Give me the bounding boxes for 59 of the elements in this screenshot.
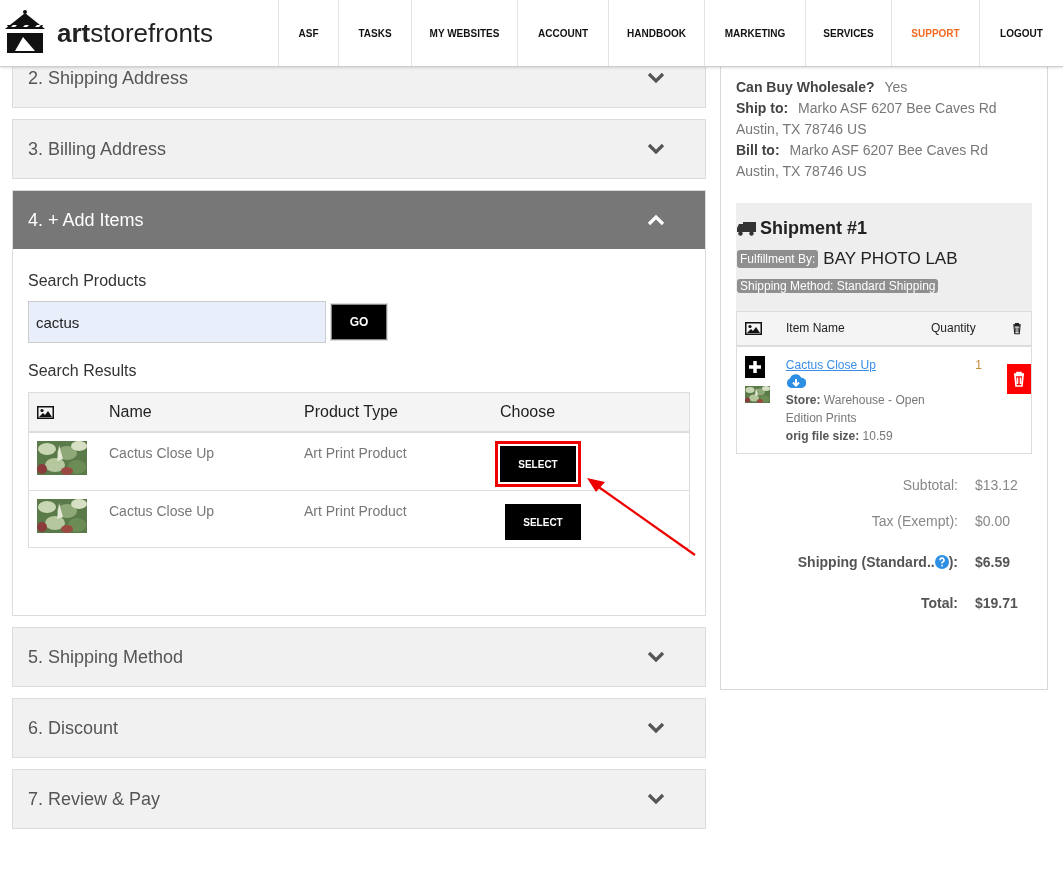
field-label: Search Products	[28, 271, 148, 291]
go-button[interactable]: GO	[331, 304, 387, 340]
total-row-text: Subtotal: $13.12	[901, 475, 1019, 495]
column-header: Item Name	[786, 321, 845, 335]
nav-link[interactable]: HANDBOOK	[608, 0, 704, 66]
total-row-text: Tax (Exempt): $0.00	[870, 511, 1012, 531]
nav-link[interactable]: SERVICES	[805, 0, 891, 66]
trash-icon[interactable]	[1011, 321, 1023, 335]
image-icon	[37, 405, 54, 419]
total-row-text: Shipping (Standard.. ): $6.59	[796, 552, 1012, 572]
accordion-header[interactable]: 6. Discount	[13, 699, 705, 757]
shipment-title: Shipment #1	[760, 217, 868, 240]
accordion-header[interactable]: 4. + Add Items	[13, 191, 705, 249]
chevron-up-icon	[647, 214, 665, 226]
detail-text: Ship to: Marko ASF 6207 Bee Caves Rd Austin, TX 78746 US	[736, 99, 998, 139]
label-badge: Fulfillment By:	[737, 249, 819, 268]
table-cell: Cactus Close Up	[109, 503, 215, 519]
section-label: Search Results	[28, 361, 138, 381]
nav-link[interactable]: LOGOUT	[979, 0, 1063, 66]
column-header: Quantity	[931, 321, 976, 335]
select-button[interactable]: SELECT	[505, 504, 581, 540]
logo-text: artstorefronts	[57, 20, 214, 46]
table-cell: Art Print Product	[304, 503, 407, 519]
column-header: Product Type	[304, 403, 398, 420]
accordion-header[interactable]: 3. Billing Address	[13, 120, 705, 178]
accordion-header[interactable]: 7. Review & Pay	[13, 770, 705, 828]
quantity-text: 1	[974, 356, 982, 374]
column-header: Choose	[500, 403, 556, 420]
chevron-down-icon	[647, 651, 665, 663]
nav-link[interactable]: ASF	[278, 0, 338, 66]
item-detail: orig file size: 10.59	[785, 427, 893, 445]
item-link[interactable]: Cactus Close Up	[785, 355, 876, 374]
detail-text: Can Buy Wholesale? Yes	[736, 78, 909, 97]
chevron-down-icon	[647, 72, 665, 84]
table-cell: Art Print Product	[304, 445, 407, 461]
fulfillment-name: BAY PHOTO LAB	[823, 248, 958, 270]
select-button[interactable]: SELECT	[500, 446, 576, 482]
column-header: Name	[109, 403, 152, 420]
chevron-down-icon	[647, 143, 665, 155]
accordion-header[interactable]: 2. Shipping Address	[13, 67, 705, 107]
table-cell: Cactus Close Up	[109, 445, 215, 461]
image-icon	[745, 321, 762, 335]
nav-link[interactable]: TASKS	[338, 0, 411, 66]
plus-button[interactable]	[745, 355, 765, 378]
delete-button[interactable]	[1007, 363, 1031, 394]
nav-link[interactable]: MY WEBSITES	[411, 0, 517, 66]
item-detail: Store: Warehouse - Open Edition Prints	[785, 391, 926, 427]
accordion-header[interactable]: 5. Shipping Method	[13, 628, 705, 686]
detail-text: Bill to: Marko ASF 6207 Bee Caves Rd Austin, TX 78746 US	[736, 141, 989, 181]
chevron-down-icon	[647, 793, 665, 805]
nav-link[interactable]: ACCOUNT	[517, 0, 608, 66]
search-field[interactable]: cactus	[28, 301, 326, 343]
truck-icon	[737, 221, 756, 236]
nav-link[interactable]: MARKETING	[704, 0, 805, 66]
total-row-text: Total: $19.71	[919, 593, 1019, 613]
label-badge: Shipping Method: Standard Shipping	[737, 278, 939, 293]
cloud-download-icon[interactable]	[785, 373, 806, 388]
chevron-down-icon	[647, 722, 665, 734]
help-icon[interactable]	[934, 555, 949, 569]
